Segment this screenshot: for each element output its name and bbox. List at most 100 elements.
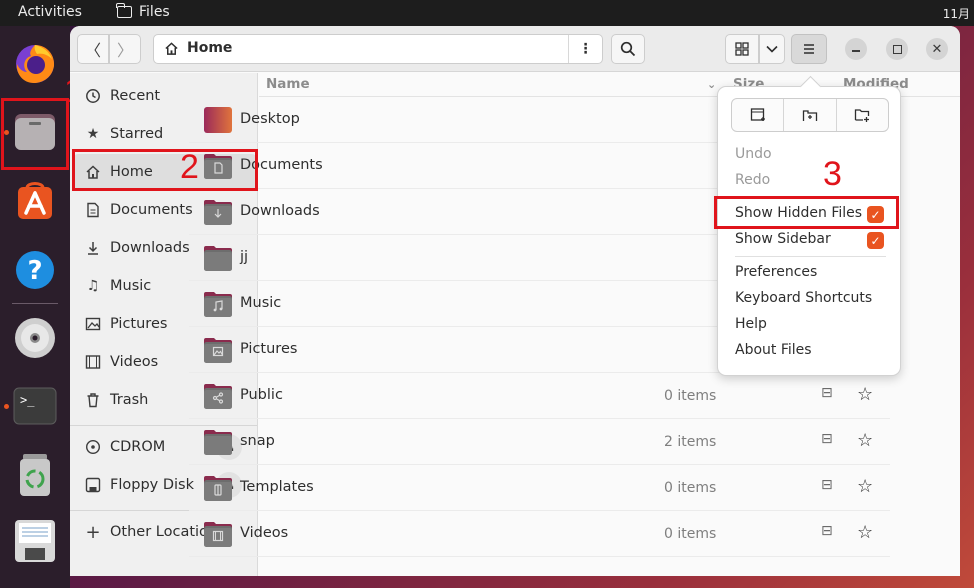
sort-chevron-icon: ⌄ [707,78,717,91]
view-grid-button[interactable] [725,34,759,64]
search-button[interactable] [611,34,645,64]
star-button[interactable]: ☆ [857,476,873,497]
menu-divider [735,256,886,257]
annotation-number-2: 2 [180,148,199,186]
home-icon [165,41,178,55]
path-home-segment[interactable]: Home [164,40,232,56]
new-tab-button[interactable] [784,99,837,131]
new-window-icon [750,108,765,121]
highlight-home-sidebar [72,149,258,191]
star-button[interactable]: ☆ [857,384,873,405]
menu-show-sidebar[interactable]: Show Sidebar [735,231,831,247]
menu-keyboard-shortcuts[interactable]: Keyboard Shortcuts [735,290,872,306]
file-size: 2 items [664,434,717,450]
menu-preferences[interactable]: Preferences [735,264,817,280]
annotation-number-3: 3 [823,155,842,193]
maximize-button[interactable] [886,38,908,60]
svg-text:?: ? [27,256,42,286]
highlight-show-hidden-files [714,196,899,229]
clock-icon [84,87,102,105]
main-menu-button[interactable] [791,34,827,64]
menu-about[interactable]: About Files [735,342,812,358]
file-name: Music [240,295,282,311]
file-row[interactable]: Videos 0 items ⊟ ☆ [189,511,890,557]
close-button[interactable]: ✕ [926,38,948,60]
dock-trash[interactable] [10,450,60,500]
file-row[interactable]: Public 0 items ⊟ ☆ [189,373,890,419]
dock-terminal[interactable]: >_ [10,381,60,431]
app-menu[interactable]: Files [116,3,170,20]
floppy-icon [15,520,55,562]
sidebar-item-label: Starred [110,126,164,142]
desktop-folder-icon [203,105,233,135]
close-icon: ✕ [931,41,943,57]
dock-floppy[interactable] [10,516,60,566]
pictures-icon [84,315,102,333]
sidebar-item-label: Downloads [110,240,190,256]
chevron-down-icon [766,45,778,53]
disc-icon [15,318,55,358]
sidebar-item-label: Recent [110,88,161,104]
download-icon [84,239,102,257]
sidebar-item-label: Music [110,278,152,294]
path-bar[interactable]: Home ⋮ [153,34,603,64]
path-menu-button[interactable]: ⋮ [568,35,602,63]
chevron-left-icon: 〈 [84,41,101,60]
menu-help[interactable]: Help [735,316,767,332]
star-button[interactable]: ☆ [857,430,873,451]
kebab-menu-icon: ⋮ [578,41,593,57]
menu-redo[interactable]: Redo [735,172,770,188]
minimize-button[interactable] [845,38,867,60]
folder-icon [203,427,233,457]
grid-view-icon [735,42,749,56]
dock-disc[interactable] [10,313,60,363]
minimize-icon [852,50,860,52]
file-name: jj [240,249,249,265]
music-icon: ♫ [86,278,100,294]
header-bar: 〈 〉 Home ⋮ ✕ [70,26,960,72]
terminal-icon: >_ [13,387,57,425]
file-type-icon: ⊟ [821,385,833,401]
checkmark-icon: ✓ [870,233,881,248]
view-options-button[interactable] [759,34,785,64]
file-name: Desktop [240,111,300,127]
dock-app-center[interactable] [10,175,60,225]
star-button[interactable]: ☆ [857,522,873,543]
new-window-button[interactable] [732,99,785,131]
running-indicator [4,404,9,409]
file-size: 0 items [664,526,717,542]
activities-button[interactable]: Activities [18,4,82,20]
dock-separator [12,303,58,304]
video-icon [84,353,102,371]
new-folder-button[interactable] [837,99,888,131]
pictures-folder-icon [203,335,233,365]
chevron-right-icon: 〉 [116,41,133,60]
dock-firefox[interactable] [10,38,60,88]
top-bar: Activities Files 11月 [0,0,974,26]
clock[interactable]: 11月 [943,5,970,22]
sidebar-item-label: CDROM [110,439,166,455]
music-folder-icon [203,289,233,319]
dock-help[interactable]: ? [10,245,60,295]
column-name[interactable]: Name [266,76,310,92]
back-button[interactable]: 〈 [77,34,109,64]
new-tab-icon [802,110,818,121]
file-row[interactable]: Templates 0 items ⊟ ☆ [189,465,890,511]
file-size: 0 items [664,480,717,496]
videos-folder-icon [203,519,233,549]
new-actions-group [731,98,889,132]
file-row[interactable]: snap 2 items ⊟ ☆ [189,419,890,465]
show-sidebar-checkbox[interactable]: ✓ [867,232,884,249]
menu-undo[interactable]: Undo [735,146,772,162]
sidebar-item-label: Documents [110,202,193,218]
file-name: Downloads [240,203,320,219]
path-current: Home [187,40,233,56]
forward-button[interactable]: 〉 [109,34,141,64]
templates-folder-icon [203,473,233,503]
sidebar-item-label: Pictures [110,316,168,332]
downloads-folder-icon [203,197,233,227]
app-center-icon [18,182,52,219]
file-name: Public [240,387,283,403]
floppy-icon [84,476,102,494]
trash-icon [20,454,50,496]
